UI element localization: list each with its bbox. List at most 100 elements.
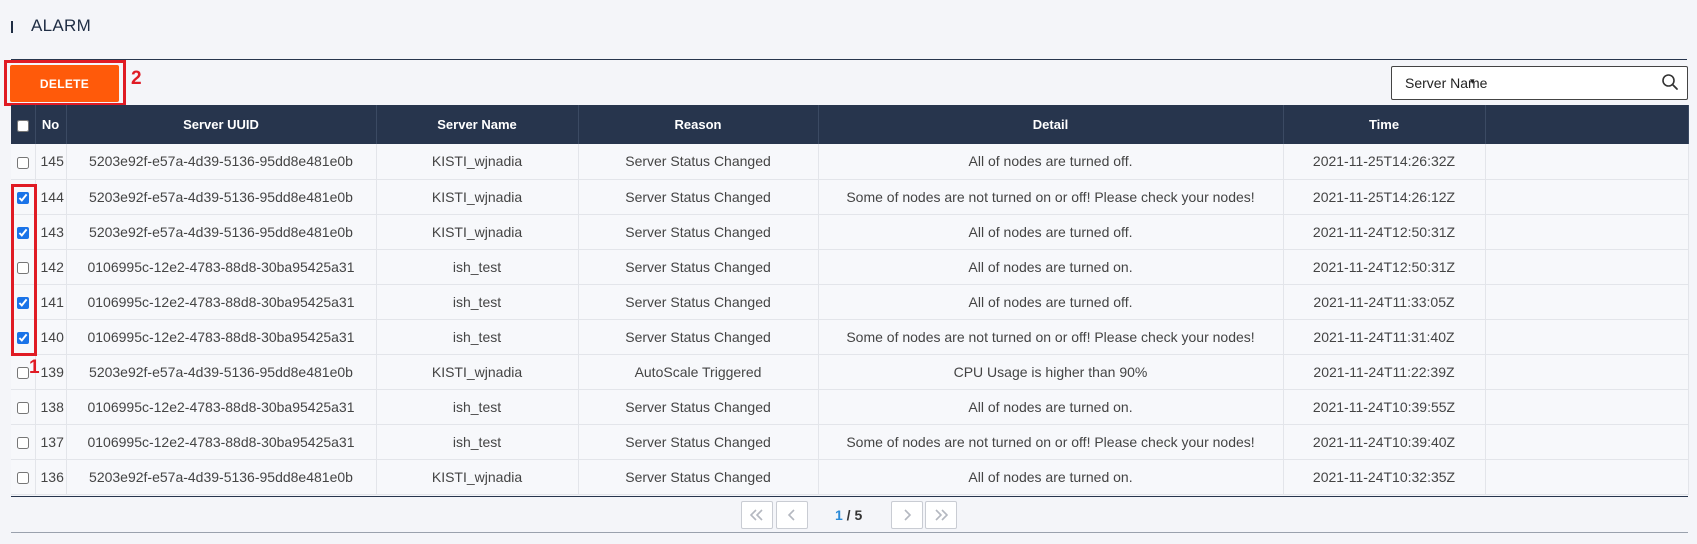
row-select-cell	[11, 319, 36, 354]
alarm-table: No Server UUID Server Name Reason Detail…	[11, 105, 1689, 495]
column-header-reason[interactable]: Reason	[578, 105, 819, 144]
cell-reason: Server Status Changed	[578, 424, 819, 459]
cell-server-uuid: 5203e92f-e57a-4d39-5136-95dd8e481e0b	[66, 354, 377, 389]
cell-time: 2021-11-24T11:33:05Z	[1283, 284, 1486, 319]
table-row[interactable]: 142 0106995c-12e2-4783-88d8-30ba95425a31 i…	[11, 249, 1689, 284]
table-row[interactable]: 139 5203e92f-e57a-4d39-5136-95dd8e481e0b K…	[11, 354, 1689, 389]
search-button[interactable]	[1659, 72, 1681, 94]
cell-server-name: KISTI_wjnadia	[376, 144, 579, 179]
row-checkbox[interactable]	[16, 296, 29, 309]
cell-no: 144	[35, 179, 67, 214]
row-checkbox[interactable]	[16, 331, 29, 344]
column-header-empty	[1485, 105, 1689, 144]
cell-server-name: KISTI_wjnadia	[376, 179, 579, 214]
cell-reason: Server Status Changed	[578, 214, 819, 249]
row-checkbox[interactable]	[16, 261, 29, 274]
page-indicator: 1 / 5	[835, 507, 862, 523]
column-header-detail[interactable]: Detail	[818, 105, 1284, 144]
cell-time: 2021-11-24T10:32:35Z	[1283, 459, 1486, 494]
table-body: 145 5203e92f-e57a-4d39-5136-95dd8e481e0b K…	[11, 144, 1689, 494]
cell-reason: Server Status Changed	[578, 249, 819, 284]
alarm-table-container: No Server UUID Server Name Reason Detail…	[11, 105, 1689, 495]
table-row[interactable]: 140 0106995c-12e2-4783-88d8-30ba95425a31 i…	[11, 319, 1689, 354]
search-input[interactable]	[1392, 67, 1652, 99]
row-checkbox[interactable]	[16, 226, 29, 239]
cell-server-uuid: 5203e92f-e57a-4d39-5136-95dd8e481e0b	[66, 214, 377, 249]
cell-no: 143	[35, 214, 67, 249]
table-row[interactable]: 144 5203e92f-e57a-4d39-5136-95dd8e481e0b K…	[11, 179, 1689, 214]
row-select-cell	[11, 389, 36, 424]
chevron-right-icon	[904, 509, 912, 521]
delete-button[interactable]: DELETE	[10, 65, 119, 102]
cell-server-uuid: 5203e92f-e57a-4d39-5136-95dd8e481e0b	[66, 459, 377, 494]
table-row[interactable]: 141 0106995c-12e2-4783-88d8-30ba95425a31 i…	[11, 284, 1689, 319]
row-select-cell	[11, 179, 36, 214]
cell-time: 2021-11-24T11:31:40Z	[1283, 319, 1486, 354]
table-row[interactable]: 136 5203e92f-e57a-4d39-5136-95dd8e481e0b K…	[11, 459, 1689, 494]
cell-reason: Server Status Changed	[578, 144, 819, 179]
cell-detail: All of nodes are turned on.	[818, 389, 1284, 424]
cell-server-uuid: 5203e92f-e57a-4d39-5136-95dd8e481e0b	[66, 144, 377, 179]
select-all-cell	[11, 105, 36, 144]
cell-time: 2021-11-24T12:50:31Z	[1283, 214, 1486, 249]
cell-empty	[1485, 249, 1689, 284]
cell-server-name: KISTI_wjnadia	[376, 354, 579, 389]
cell-detail: All of nodes are turned off.	[818, 144, 1284, 179]
row-checkbox[interactable]	[16, 156, 29, 169]
column-header-time[interactable]: Time	[1283, 105, 1486, 144]
cell-empty	[1485, 354, 1689, 389]
cell-server-name: KISTI_wjnadia	[376, 214, 579, 249]
cell-reason: Server Status Changed	[578, 179, 819, 214]
cell-detail: Some of nodes are not turned on or off! …	[818, 319, 1284, 354]
page-title: ALARM	[31, 16, 92, 35]
cell-empty	[1485, 459, 1689, 494]
table-header-row: No Server UUID Server Name Reason Detail…	[11, 105, 1689, 144]
annotation-label-1: 1	[29, 357, 40, 378]
table-row[interactable]: 145 5203e92f-e57a-4d39-5136-95dd8e481e0b K…	[11, 144, 1689, 179]
cell-reason: Server Status Changed	[578, 284, 819, 319]
table-row[interactable]: 138 0106995c-12e2-4783-88d8-30ba95425a31 i…	[11, 389, 1689, 424]
cell-no: 137	[35, 424, 67, 459]
select-all-checkbox[interactable]	[16, 119, 29, 132]
column-header-server-uuid[interactable]: Server UUID	[66, 105, 377, 144]
column-header-server-name[interactable]: Server Name	[376, 105, 579, 144]
toolbar: DELETE 2 ▾	[0, 60, 1697, 106]
row-checkbox[interactable]	[16, 471, 29, 484]
annotation-label-2: 2	[131, 68, 142, 89]
cell-reason: Server Status Changed	[578, 459, 819, 494]
row-select-cell	[11, 214, 36, 249]
cell-time: 2021-11-24T11:22:39Z	[1283, 354, 1486, 389]
cell-empty	[1485, 319, 1689, 354]
row-select-cell	[11, 144, 36, 179]
column-header-no[interactable]: No	[35, 105, 67, 144]
cell-server-name: ish_test	[376, 319, 579, 354]
row-checkbox[interactable]	[16, 366, 29, 379]
row-checkbox[interactable]	[16, 191, 29, 204]
page-header: ALARM	[0, 0, 1697, 56]
cell-server-uuid: 0106995c-12e2-4783-88d8-30ba95425a31	[66, 284, 377, 319]
row-select-cell	[11, 459, 36, 494]
cell-server-name: ish_test	[376, 424, 579, 459]
cell-server-uuid: 5203e92f-e57a-4d39-5136-95dd8e481e0b	[66, 179, 377, 214]
row-checkbox[interactable]	[16, 436, 29, 449]
cell-server-name: ish_test	[376, 249, 579, 284]
pagination: 1 / 5	[0, 499, 1697, 531]
row-select-cell	[11, 424, 36, 459]
cell-server-uuid: 0106995c-12e2-4783-88d8-30ba95425a31	[66, 319, 377, 354]
next-page-button[interactable]	[891, 501, 923, 529]
row-checkbox[interactable]	[16, 401, 29, 414]
page-separator: /	[842, 507, 855, 523]
cell-time: 2021-11-25T14:26:32Z	[1283, 144, 1486, 179]
previous-page-button[interactable]	[776, 501, 808, 529]
table-row[interactable]: 137 0106995c-12e2-4783-88d8-30ba95425a31 i…	[11, 424, 1689, 459]
cell-empty	[1485, 179, 1689, 214]
first-page-button[interactable]	[741, 501, 773, 529]
cell-no: 142	[35, 249, 67, 284]
cell-empty	[1485, 284, 1689, 319]
cell-server-name: KISTI_wjnadia	[376, 459, 579, 494]
cell-detail: All of nodes are turned on.	[818, 459, 1284, 494]
table-row[interactable]: 143 5203e92f-e57a-4d39-5136-95dd8e481e0b K…	[11, 214, 1689, 249]
cell-time: 2021-11-25T14:26:12Z	[1283, 179, 1486, 214]
cell-server-name: ish_test	[376, 389, 579, 424]
last-page-button[interactable]	[925, 501, 957, 529]
